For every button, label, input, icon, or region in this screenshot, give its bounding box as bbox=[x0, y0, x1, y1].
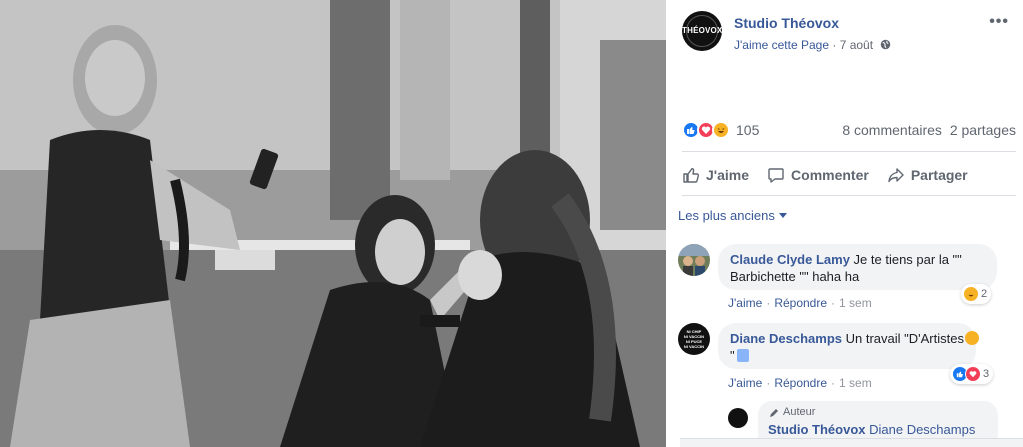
comment-reply-link[interactable]: Répondre bbox=[774, 296, 827, 310]
avatar-logo-text: THÉOVOX bbox=[682, 26, 722, 35]
shares-count-link[interactable]: 2 partages bbox=[950, 122, 1016, 138]
post-meta: J'aime cette Page · 7 août bbox=[734, 38, 891, 52]
comment-input-strip bbox=[680, 438, 1023, 447]
thumbs-up-icon bbox=[683, 167, 700, 183]
actions-separator: · bbox=[831, 296, 836, 310]
divider-bottom bbox=[682, 195, 1016, 196]
comment-reaction-count: 2 bbox=[981, 288, 988, 300]
globe-icon bbox=[881, 39, 891, 50]
like-page-link[interactable]: J'aime cette Page bbox=[734, 38, 829, 52]
smile-emoji-icon bbox=[964, 331, 979, 345]
comment-actions: J'aime · Répondre · 1 sem bbox=[728, 296, 872, 310]
comment-text-line2: " bbox=[730, 348, 735, 363]
comment-bubble: Claude Clyde Lamy Je te tiens par la "" … bbox=[718, 244, 997, 290]
haha-reaction-icon bbox=[963, 286, 979, 302]
post-header: THÉOVOX Studio Théovox J'aime cette Page… bbox=[682, 11, 1015, 57]
comment-icon bbox=[768, 168, 784, 183]
comments-count-link[interactable]: 8 commentaires bbox=[842, 122, 942, 138]
actions-separator: · bbox=[766, 376, 771, 390]
more-options-icon[interactable]: ••• bbox=[989, 13, 1009, 31]
comment-bubble: Diane Deschamps Un travail "D'Artistes " bbox=[718, 323, 979, 369]
post-stats: 105 8 commentaires 2 partages bbox=[682, 120, 1016, 142]
stats-right: 8 commentaires 2 partages bbox=[838, 122, 1016, 138]
like-button[interactable]: J'aime bbox=[682, 158, 749, 192]
pencil-icon bbox=[770, 408, 778, 417]
author-badge-label: Auteur bbox=[783, 406, 816, 418]
comment-sort-dropdown[interactable]: Les plus anciens bbox=[678, 208, 787, 223]
page-avatar[interactable]: THÉOVOX bbox=[682, 11, 722, 51]
comment-button-label: Commenter bbox=[791, 167, 869, 183]
comment-button[interactable]: Commenter bbox=[767, 158, 869, 192]
meta-separator: · bbox=[832, 38, 837, 52]
author-badge: Auteur bbox=[768, 404, 988, 421]
haha-reaction-icon bbox=[712, 121, 730, 139]
photo-scene bbox=[0, 0, 666, 447]
comment-author-link[interactable]: Diane Deschamps bbox=[730, 331, 842, 346]
page-name-link[interactable]: Studio Théovox bbox=[734, 15, 839, 31]
post-date[interactable]: 7 août bbox=[840, 38, 873, 52]
like-button-label: J'aime bbox=[706, 167, 750, 183]
comment-like-link[interactable]: J'aime bbox=[728, 296, 762, 310]
comment-reactions[interactable]: 2 bbox=[961, 284, 992, 304]
comment-time[interactable]: 1 sem bbox=[839, 296, 872, 310]
reaction-count: 105 bbox=[736, 122, 760, 138]
reply-page-avatar[interactable] bbox=[728, 408, 748, 428]
actions-separator: · bbox=[766, 296, 771, 310]
love-reaction-icon bbox=[965, 366, 981, 382]
post-photo[interactable] bbox=[0, 0, 666, 447]
divider-top bbox=[682, 151, 1016, 152]
share-button-label: Partager bbox=[910, 167, 968, 183]
reactions-summary[interactable]: 105 bbox=[682, 120, 759, 140]
comment-reaction-count: 3 bbox=[983, 368, 990, 380]
share-button[interactable]: Partager bbox=[887, 158, 968, 192]
comment-reply-link[interactable]: Répondre bbox=[774, 376, 827, 390]
sort-label: Les plus anciens bbox=[678, 208, 775, 223]
comment-time[interactable]: 1 sem bbox=[839, 376, 872, 390]
commenter-avatar[interactable]: NI CHIP NI VACCIN NI PUCE NI VACCIN bbox=[678, 323, 710, 355]
comment-like-link[interactable]: J'aime bbox=[728, 376, 762, 390]
post-panel: THÉOVOX Studio Théovox J'aime cette Page… bbox=[666, 0, 1023, 447]
thumbs-up-emoji-icon bbox=[736, 349, 749, 362]
comment-text: Un travail "D'Artistes bbox=[842, 331, 964, 346]
actions-separator: · bbox=[831, 376, 836, 390]
avatar-text-line: NI VACCIN bbox=[683, 344, 705, 349]
comment-text-line2: Barbichette "" haha ha bbox=[730, 269, 860, 284]
commenter-avatar[interactable] bbox=[678, 244, 710, 276]
comment-author-link[interactable]: Claude Clyde Lamy bbox=[730, 252, 850, 267]
comment-reactions[interactable]: 3 bbox=[950, 364, 994, 384]
reply-mention-link[interactable]: Diane Deschamps bbox=[866, 422, 975, 437]
comment-actions: J'aime · Répondre · 1 sem bbox=[728, 376, 872, 390]
share-icon bbox=[888, 168, 904, 183]
post-actions: J'aime Commenter Partager bbox=[682, 158, 1016, 192]
comment-text: Je te tiens par la "" bbox=[849, 252, 962, 267]
chevron-down-icon bbox=[778, 213, 787, 218]
reply-author-link[interactable]: Studio Théovox bbox=[768, 422, 866, 437]
